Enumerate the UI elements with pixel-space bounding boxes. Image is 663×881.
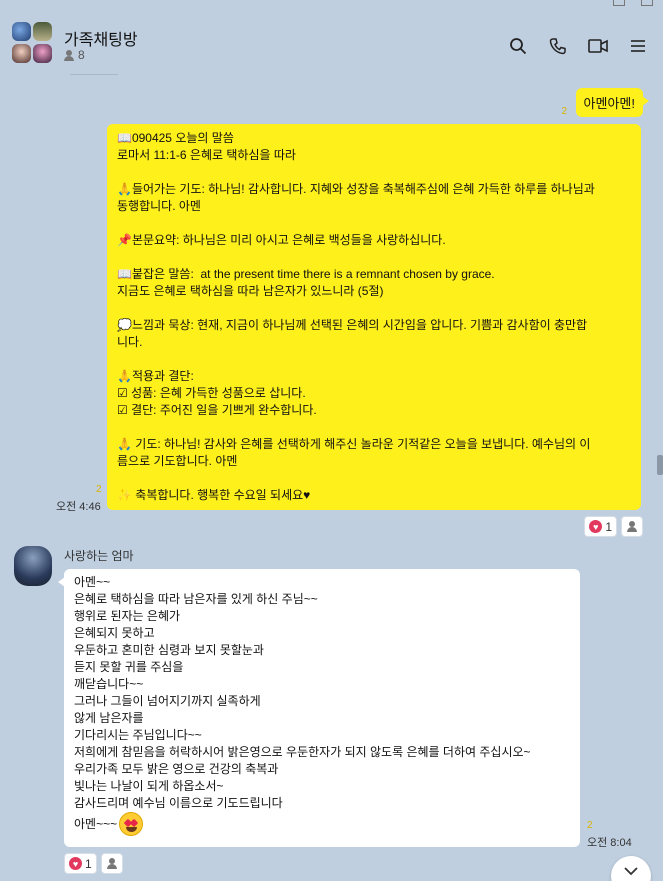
message-line: 🙏적용과 결단: [117,369,194,383]
message-line: 🙏들어가는 기도: 하나님! 감사합니다. 지혜와 성장을 축복해주심에 은혜 … [117,182,595,196]
person-icon [627,521,637,532]
video-icon[interactable] [587,35,609,57]
unread-count: 2 [96,484,102,495]
message-line: 🙏 기도: 하나님! 감사와 은혜를 선택하게 해주신 놀라운 기적같은 오늘을… [117,437,591,451]
add-reaction-button[interactable] [100,853,123,874]
message-line: 우리가족 모두 밝은 영으로 건강의 축복과 [74,762,279,776]
add-reaction-button[interactable] [621,516,643,537]
message-time: 오전 4:46 [56,501,101,513]
member-avatar [33,44,52,63]
scrollbar-thumb[interactable] [657,455,663,475]
reaction-count: 1 [85,856,92,871]
message-line: 않게 남은자를 [74,711,144,725]
message-line: 지금도 은혜로 택하심을 따라 남은자가 있느니라 (5절) [117,284,384,298]
heart-icon: ♥ [69,857,82,870]
window-controls [613,0,653,6]
message-line: 감사드리며 예수님 이름으로 기도드립니다 [74,796,283,810]
reaction-row: ♥ 1 [584,516,643,537]
group-avatar[interactable] [12,22,52,64]
heart-icon: ♥ [589,520,603,533]
reaction-count: 1 [605,519,612,534]
heart-reaction[interactable]: ♥ 1 [64,853,97,874]
scroll-to-bottom-button[interactable] [611,856,651,881]
search-icon[interactable] [507,35,529,57]
header-divider [70,74,118,75]
member-count-value: 8 [78,48,85,62]
message-line: 은혜로 택하심을 따라 남은자를 있게 하신 주님~~ [74,592,318,606]
message-line: 저희에게 참믿음을 허락하시어 밝은영으로 우둔한자가 되지 않도록 은혜를 더… [74,745,531,759]
sender-name: 사랑하는 엄마 [64,549,134,563]
my-message-bubble[interactable]: 아멘아멘! [575,88,650,117]
minimize-button[interactable] [613,0,625,6]
member-avatar [12,44,31,63]
message-line: 아멘~~ [74,575,111,589]
heart-eyes-emoji-icon [119,812,144,836]
message-line: 름으로 기도합니다. 아멘 [117,454,238,468]
heart-reaction[interactable]: ♥ 1 [584,516,617,537]
message-time: 오전 8:04 [587,837,632,849]
message-line: 📖090425 오늘의 말씀 [117,131,234,145]
message-line: 듣지 못할 귀를 주심을 [74,660,184,674]
chat-header: 가족채팅방 8 [0,0,663,76]
member-avatar [33,22,52,41]
unread-count: 2 [561,106,567,117]
person-icon [106,858,117,869]
message-line: 빛나는 나날이 되게 하옵소서~ [74,779,224,793]
chevron-down-icon [624,867,638,876]
maximize-button[interactable] [641,0,653,6]
message-line: ☑ 결단: 주어진 일을 기쁘게 완수합니다. [117,403,317,417]
member-avatar [12,22,31,41]
message-line: ☑ 성품: 은혜 가득한 성품으로 삽니다. [117,386,306,400]
message-line-text: 아멘~~~ [74,816,118,831]
message-line: 그러나 그들이 넘어지기까지 실족하게 [74,694,261,708]
message-line: 은혜되지 못하고 [74,626,155,640]
message-line: 동행합니다. 아멘 [117,199,201,213]
message-line: ✨ 축복합니다. 행복한 수요일 되세요♥ [117,488,311,502]
menu-icon[interactable] [627,35,649,57]
message-line: 기다리시는 주님입니다~~ [74,728,202,742]
room-title: 가족채팅방 [64,32,138,49]
person-icon [64,49,74,61]
message-line: 행위로 된자는 은혜가 [74,609,181,623]
message-line: 깨닫습니다~~ [74,677,144,691]
received-message-bubble[interactable]: 아멘~~ 은혜로 택하심을 따라 남은자를 있게 하신 주님~~ 행위로 된자는 은… [58,569,580,847]
message-line: 💭느낌과 묵상: 현재, 지금이 하나님께 선택된 은혜의 시간임을 압니다. … [117,318,588,332]
phone-icon[interactable] [547,35,569,57]
message-line: 니다. [117,335,143,349]
reaction-row: ♥ 1 [64,853,123,874]
sender-avatar[interactable] [14,546,52,586]
member-count[interactable]: 8 [64,48,85,62]
unread-count: 2 [587,820,593,831]
message-line: 로마서 11:1-6 은혜로 택하심을 따라 [117,148,296,162]
message-line: 📌본문요약: 하나님은 미리 아시고 은혜로 백성들을 사랑하십니다. [117,233,446,247]
message-line: 📖붙잡은 말씀: at the present time there is a … [117,267,495,281]
message-line: 아멘~~~ [74,812,570,836]
message-line: 우둔하고 혼미한 심령과 보지 못할눈과 [74,643,264,657]
header-actions [507,35,649,57]
my-message-bubble[interactable]: 📖090425 오늘의 말씀로마서 11:1-6 은혜로 택하심을 따라 🙏들어가… [107,124,641,510]
